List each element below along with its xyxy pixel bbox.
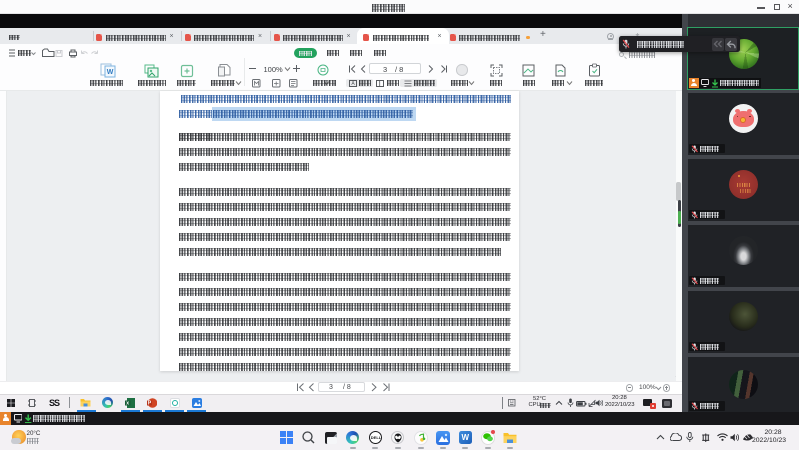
- svg-text:x: x: [126, 401, 129, 407]
- svg-text:W: W: [107, 69, 114, 76]
